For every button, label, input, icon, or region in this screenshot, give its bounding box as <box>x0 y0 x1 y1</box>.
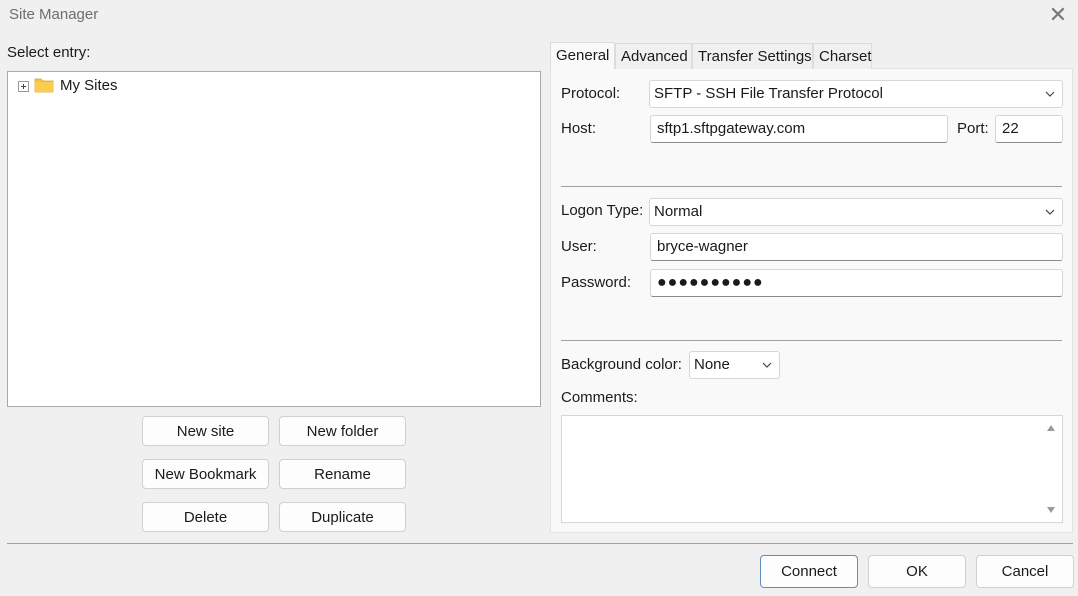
folder-icon <box>34 78 54 93</box>
chevron-down-icon <box>762 362 772 368</box>
scroll-down-arrow-icon[interactable] <box>1046 506 1056 514</box>
background-color-value: None <box>694 356 730 373</box>
host-input[interactable]: sftp1.sftpgateway.com <box>650 115 948 143</box>
new-site-button[interactable]: New site <box>142 416 269 446</box>
port-label: Port: <box>957 120 989 137</box>
tab-general[interactable]: General <box>550 42 615 69</box>
window-title: Site Manager <box>9 6 99 23</box>
footer-divider <box>7 543 1073 544</box>
password-input[interactable]: ●●●●●●●●●● <box>650 269 1063 297</box>
duplicate-button[interactable]: Duplicate <box>279 502 406 532</box>
tab-charset[interactable]: Charset <box>813 43 872 69</box>
host-label: Host: <box>561 120 597 137</box>
close-icon[interactable]: ✕ <box>1046 2 1070 28</box>
connect-button[interactable]: Connect <box>760 555 858 588</box>
expand-plus-icon[interactable] <box>18 81 29 92</box>
tab-transfer-settings[interactable]: Transfer Settings <box>692 43 813 69</box>
logon-type-value: Normal <box>654 203 703 220</box>
protocol-value: SFTP - SSH File Transfer Protocol <box>654 85 883 102</box>
logon-type-select[interactable]: Normal <box>649 198 1063 226</box>
background-color-select[interactable]: None <box>689 351 780 379</box>
select-entry-label: Select entry: <box>7 44 91 61</box>
background-color-label: Background color: <box>561 356 682 373</box>
divider <box>561 340 1062 341</box>
cancel-button[interactable]: Cancel <box>976 555 1074 588</box>
user-input[interactable]: bryce-wagner <box>650 233 1063 261</box>
divider <box>561 186 1062 187</box>
rename-button[interactable]: Rename <box>279 459 406 489</box>
chevron-down-icon <box>1045 209 1055 215</box>
scroll-up-arrow-icon[interactable] <box>1046 424 1056 432</box>
port-input[interactable]: 22 <box>995 115 1063 143</box>
delete-button[interactable]: Delete <box>142 502 269 532</box>
user-label: User: <box>561 238 597 255</box>
protocol-label: Protocol: <box>561 85 621 102</box>
comments-label: Comments: <box>561 389 638 406</box>
protocol-select[interactable]: SFTP - SSH File Transfer Protocol <box>649 80 1063 108</box>
tab-advanced[interactable]: Advanced <box>615 43 692 69</box>
new-folder-button[interactable]: New folder <box>279 416 406 446</box>
chevron-down-icon <box>1045 91 1055 97</box>
comments-textarea[interactable] <box>561 415 1063 523</box>
ok-button[interactable]: OK <box>868 555 966 588</box>
tree-item-label: My Sites <box>60 77 118 94</box>
logon-type-label: Logon Type: <box>561 202 644 219</box>
site-tree[interactable]: My Sites <box>7 71 541 407</box>
password-label: Password: <box>561 274 632 291</box>
new-bookmark-button[interactable]: New Bookmark <box>142 459 269 489</box>
